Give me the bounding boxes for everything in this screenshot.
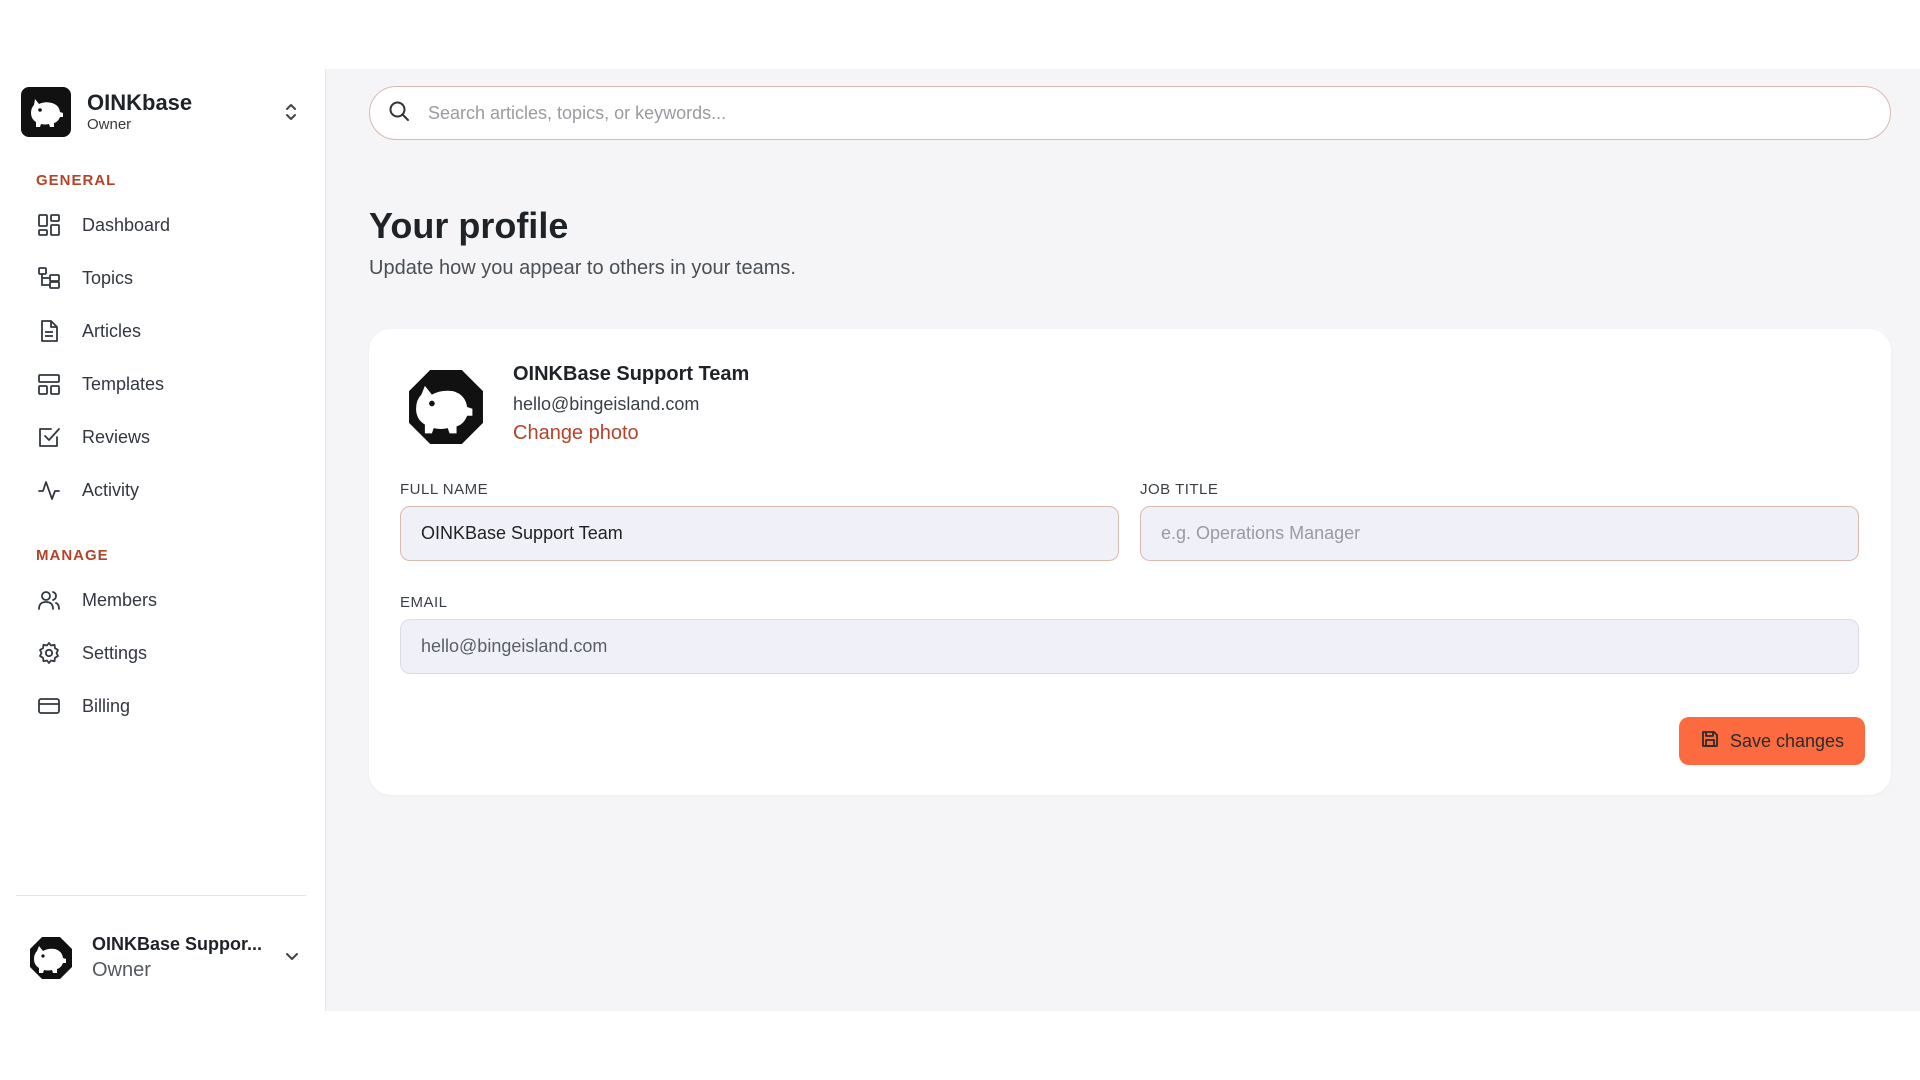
full-name-label: FULL NAME	[400, 481, 489, 498]
search-icon	[388, 100, 410, 127]
sidebar-item-label: Settings	[82, 642, 148, 663]
profile-display-name: OINKBase Support Team	[513, 363, 750, 385]
email-field[interactable]	[400, 619, 1859, 674]
chevron-down-icon	[284, 948, 300, 969]
sidebar-item-reviews[interactable]: Reviews	[36, 417, 306, 457]
activity-icon	[36, 477, 62, 503]
search-input[interactable]	[426, 101, 1830, 125]
templates-icon	[36, 371, 62, 397]
sidebar-divider	[16, 895, 306, 896]
change-photo-link[interactable]: Change photo	[513, 422, 639, 445]
credit-card-icon	[36, 693, 62, 719]
user-menu[interactable]: OINKBase Suppor... Owner	[24, 927, 300, 989]
avatar	[24, 931, 78, 985]
sidebar-item-label: Reviews	[82, 426, 151, 447]
full-name-field[interactable]	[400, 506, 1119, 561]
reviews-icon	[36, 424, 62, 450]
sidebar-item-label: Articles	[82, 320, 142, 341]
sidebar-item-label: Billing	[82, 695, 131, 716]
save-icon	[1700, 729, 1720, 754]
gear-icon	[36, 640, 62, 666]
email-label: EMAIL	[400, 594, 448, 611]
page-title: Your profile	[369, 205, 569, 246]
sidebar-item-settings[interactable]: Settings	[36, 633, 306, 673]
profile-card: OINKBase Support Team hello@bingeisland.…	[369, 329, 1891, 795]
topics-icon	[36, 265, 62, 291]
user-name: OINKBase Suppor...	[92, 934, 263, 954]
sidebar-item-label: Dashboard	[82, 214, 171, 235]
profile-email: hello@bingeisland.com	[513, 394, 700, 414]
sidebar-item-members[interactable]: Members	[36, 580, 306, 620]
sidebar-item-articles[interactable]: Articles	[36, 311, 306, 351]
sidebar-item-label: Activity	[82, 479, 140, 500]
sidebar-item-label: Members	[82, 589, 158, 610]
sidebar: OINKbase Owner GENERAL Dashboard Topics …	[0, 69, 326, 1011]
org-role: Owner	[87, 116, 132, 133]
save-button[interactable]: Save changes	[1679, 717, 1865, 765]
sidebar-item-label: Topics	[82, 267, 134, 288]
articles-icon	[36, 318, 62, 344]
sidebar-item-templates[interactable]: Templates	[36, 364, 306, 404]
search-bar[interactable]	[369, 86, 1891, 140]
job-title-label: JOB TITLE	[1140, 481, 1219, 498]
section-label-general: GENERAL	[36, 172, 117, 189]
sidebar-item-label: Templates	[82, 373, 165, 394]
sidebar-item-dashboard[interactable]: Dashboard	[36, 205, 306, 245]
section-label-manage: MANAGE	[36, 547, 109, 564]
user-role: Owner	[92, 959, 151, 981]
org-name: OINKbase	[87, 90, 193, 115]
chevron-up-down-icon	[279, 100, 303, 124]
dashboard-icon	[36, 212, 62, 238]
job-title-field[interactable]	[1140, 506, 1859, 561]
members-icon	[36, 587, 62, 613]
sidebar-item-activity[interactable]: Activity	[36, 470, 306, 510]
org-switcher[interactable]: OINKbase Owner	[21, 87, 303, 137]
sidebar-item-topics[interactable]: Topics	[36, 258, 306, 298]
main-content: Your profile Update how you appear to ot…	[326, 69, 1920, 1011]
pig-logo-icon	[21, 87, 71, 137]
sidebar-item-billing[interactable]: Billing	[36, 686, 306, 726]
save-button-label: Save changes	[1729, 730, 1845, 751]
app-window: OINKbase Owner GENERAL Dashboard Topics …	[0, 69, 1920, 1011]
profile-avatar	[402, 363, 490, 451]
page-subtitle: Update how you appear to others in your …	[369, 257, 796, 279]
